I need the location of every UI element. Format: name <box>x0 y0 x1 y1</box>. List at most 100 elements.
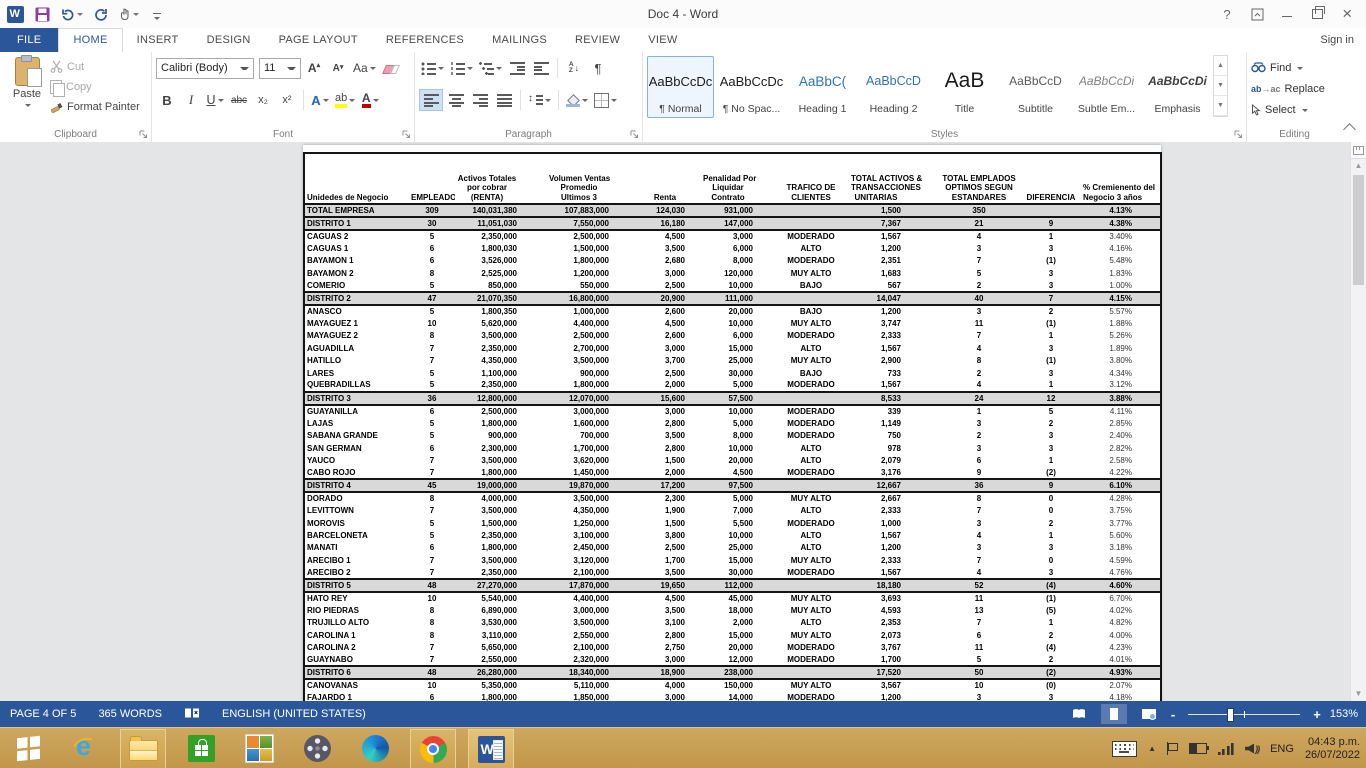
gallery-up-icon[interactable]: ▲ <box>1214 56 1227 76</box>
line-spacing-button[interactable] <box>526 89 553 111</box>
table-row-arecibo-1[interactable]: ARECIBO 1 7 3,500,000 3,120,000 1,700 15,000 M… <box>304 554 1161 566</box>
style-subtitle[interactable]: AaBbCcD Subtitle <box>1002 56 1069 118</box>
style-emphasis[interactable]: AaBbCcDi Emphasis <box>1144 56 1211 118</box>
paragraph-dialog-launcher-icon[interactable] <box>630 130 639 139</box>
align-center-button[interactable] <box>445 89 467 111</box>
document-page[interactable]: Unidedes de NegocioEMPLEADOSActivos Tota… <box>303 145 1162 701</box>
table-row-total-empresa[interactable]: TOTAL EMPRESA 309 140,031,380 107,883,000 12… <box>304 203 1161 218</box>
volume-icon[interactable]: )) <box>1245 743 1260 754</box>
subscript-button[interactable]: x₂ <box>252 89 274 111</box>
taskbar-chrome-icon[interactable] <box>410 728 456 768</box>
tab-references[interactable]: REFERENCES <box>372 28 478 52</box>
table-row-hato-rey[interactable]: HATO REY 10 5,540,000 4,400,000 4,500 45,000 M… <box>304 592 1161 604</box>
style-subtle-em[interactable]: AaBbCcDi Subtle Em... <box>1073 56 1140 118</box>
table-row-lares[interactable]: LARES 5 1,100,000 900,000 2,500 30,000 BAJO 733… <box>304 367 1161 379</box>
table-row-mayaguez-2[interactable]: MAYAGUEZ 2 8 3,500,000 2,500,000 2,600 6,000 M… <box>304 330 1161 342</box>
text-highlight-button[interactable]: ab <box>333 89 357 111</box>
table-row-distrito-5[interactable]: DISTRITO 5 48 27,270,000 17,870,000 19,650 11… <box>304 577 1161 593</box>
format-painter-button[interactable]: Format Painter <box>50 98 140 115</box>
taskbar-store-icon[interactable] <box>178 729 224 768</box>
table-row-bayamon-1[interactable]: BAYAMON 1 6 3,526,000 1,800,000 2,680 8,000 MO… <box>304 255 1161 267</box>
tab-mailings[interactable]: MAILINGS <box>478 28 561 52</box>
table-row-guayanilla[interactable]: GUAYANILLA 6 2,500,000 3,000,000 3,000 10,000… <box>304 405 1161 417</box>
table-row-fajardo-1[interactable]: FAJARDO 1 6 1,800,000 1,850,000 3,000 14,000 M… <box>304 692 1161 701</box>
shading-button[interactable] <box>564 89 590 111</box>
language-indicator[interactable]: ENGLISH (UNITED STATES) <box>222 708 366 720</box>
table-row-san-german[interactable]: SAN GERMAN 6 2,300,000 1,700,000 2,800 10,000… <box>304 442 1161 454</box>
table-row-sabana-grande[interactable]: SABANA GRANDE 5 900,000 700,000 3,500 8,000 MO… <box>304 429 1161 441</box>
table-row-cabo-rojo[interactable]: CABO ROJO 7 1,800,000 1,450,000 2,000 4,500 MO… <box>304 467 1161 479</box>
table-row-anasco[interactable]: ANASCO 5 1,800,350 1,000,000 2,600 20,000 BAJO… <box>304 305 1161 317</box>
table-row-distrito-4[interactable]: DISTRITO 4 45 19,000,000 19,870,000 17,200 97… <box>304 478 1161 494</box>
taskbar-photos-icon[interactable] <box>236 729 282 768</box>
table-row-caguas-1[interactable]: CAGUAS 1 6 1,800,030 1,500,000 3,500 6,000 ALT… <box>304 242 1161 254</box>
paste-dropdown-icon[interactable] <box>25 104 31 110</box>
font-size-combobox[interactable]: 11 <box>259 57 301 79</box>
superscript-button[interactable]: x² <box>276 89 298 111</box>
show-hidden-icons-icon[interactable]: ▲ <box>1148 744 1156 753</box>
clear-formatting-button[interactable] <box>380 57 402 79</box>
taskbar-file-explorer-icon[interactable] <box>120 728 166 768</box>
table-row-mayaguez-1[interactable]: MAYAGUEZ 1 10 5,620,000 4,400,000 4,500 10,00… <box>304 317 1161 329</box>
ruler-toggle-button[interactable] <box>1351 142 1366 159</box>
table-row-morovis[interactable]: MOROVIS 5 1,500,000 1,250,000 1,500 5,500 MODE… <box>304 517 1161 529</box>
zoom-out-button[interactable]: - <box>1171 707 1175 722</box>
input-language-indicator[interactable]: ENG <box>1270 743 1294 755</box>
justify-button[interactable] <box>493 89 515 111</box>
copy-button[interactable]: Copy <box>50 78 140 97</box>
increase-indent-button[interactable] <box>530 57 552 79</box>
table-row-barceloneta[interactable]: BARCELONETA 5 2,350,000 3,100,000 3,800 10,00… <box>304 529 1161 541</box>
align-right-button[interactable] <box>469 89 491 111</box>
help-button[interactable]: ? <box>1212 3 1242 25</box>
network-signal-icon[interactable] <box>1218 742 1235 755</box>
table-row-trujillo-alto[interactable]: TRUJILLO ALTO 8 3,530,000 3,500,000 3,100 2,0… <box>304 617 1161 629</box>
battery-icon[interactable] <box>1189 743 1210 754</box>
select-button[interactable]: Select <box>1251 101 1338 118</box>
proofing-error-icon[interactable] <box>184 707 200 722</box>
table-row-rio-piedras[interactable]: RIO PIEDRAS 8 6,890,000 3,000,000 3,500 18,00… <box>304 604 1161 616</box>
gallery-down-icon[interactable]: ▼ <box>1214 76 1227 96</box>
action-center-flag-icon[interactable] <box>1167 742 1179 755</box>
italic-button[interactable]: I <box>180 89 202 111</box>
tab-home[interactable]: HOME <box>58 28 123 53</box>
collapse-ribbon-icon[interactable] <box>1343 123 1356 136</box>
web-layout-button[interactable] <box>1136 704 1162 724</box>
clock[interactable]: 04:43 p.m. 26/07/2022 <box>1305 736 1360 762</box>
table-row-guaynabo[interactable]: GUAYNABO 7 2,550,000 2,320,000 3,000 12,000 MO… <box>304 654 1161 666</box>
borders-button[interactable] <box>592 89 619 111</box>
tab-insert[interactable]: INSERT <box>123 28 193 52</box>
show-paragraph-marks-button[interactable]: ¶ <box>587 57 609 79</box>
table-row-distrito-2[interactable]: DISTRITO 2 47 21,070,350 16,800,000 20,900 11… <box>304 290 1161 306</box>
page-indicator[interactable]: PAGE 4 OF 5 <box>10 708 76 720</box>
ribbon-display-options-button[interactable] <box>1242 3 1272 25</box>
find-button[interactable]: Find <box>1251 59 1338 76</box>
font-dialog-launcher-icon[interactable] <box>402 130 411 139</box>
grow-font-button[interactable]: A <box>303 57 325 79</box>
doc-table[interactable]: Unidedes de NegocioEMPLEADOSActivos Tota… <box>303 152 1162 701</box>
taskbar-word-icon[interactable] <box>468 728 514 768</box>
style-normal[interactable]: AaBbCcDc ¶ Normal <box>647 56 714 118</box>
strikethrough-button[interactable]: abc <box>228 89 250 111</box>
zoom-slider-thumb[interactable] <box>1227 707 1235 722</box>
zoom-level[interactable]: 153% <box>1330 708 1358 720</box>
font-color-button[interactable]: A <box>359 89 381 111</box>
table-row-canovanas[interactable]: CANOVANAS 10 5,350,000 5,110,000 4,000 150,00… <box>304 679 1161 691</box>
taskbar-edge-icon[interactable] <box>352 729 398 768</box>
table-row-distrito-1[interactable]: DISTRITO 1 30 11,051,030 7,550,000 16,180 147… <box>304 216 1161 231</box>
underline-button[interactable]: U <box>204 89 226 111</box>
zoom-slider[interactable] <box>1188 707 1301 722</box>
table-row-quebradillas[interactable]: QUEBRADILLAS 5 2,350,000 1,800,000 2,000 5,00… <box>304 379 1161 391</box>
table-row-levittown[interactable]: LEVITTOWN 7 3,500,000 4,350,000 1,900 7,000 AL… <box>304 504 1161 516</box>
tab-page-layout[interactable]: PAGE LAYOUT <box>265 28 372 52</box>
minimize-button[interactable] <box>1272 3 1302 25</box>
paste-button[interactable]: Paste <box>4 55 50 115</box>
scrollbar-thumb[interactable] <box>1353 175 1364 285</box>
taskbar-internet-explorer-icon[interactable] <box>62 729 108 768</box>
read-mode-button[interactable] <box>1066 704 1092 724</box>
touch-keyboard-icon[interactable] <box>1112 740 1138 757</box>
close-button[interactable] <box>1332 3 1362 25</box>
table-row-carolina-1[interactable]: CAROLINA 1 8 3,110,000 2,550,000 2,800 15,000… <box>304 629 1161 641</box>
vertical-scrollbar[interactable]: ▲ ▼ <box>1350 142 1366 701</box>
numbering-button[interactable] <box>448 57 475 79</box>
table-row-arecibo-2[interactable]: ARECIBO 2 7 2,350,000 2,100,000 3,500 30,000 M… <box>304 566 1161 578</box>
